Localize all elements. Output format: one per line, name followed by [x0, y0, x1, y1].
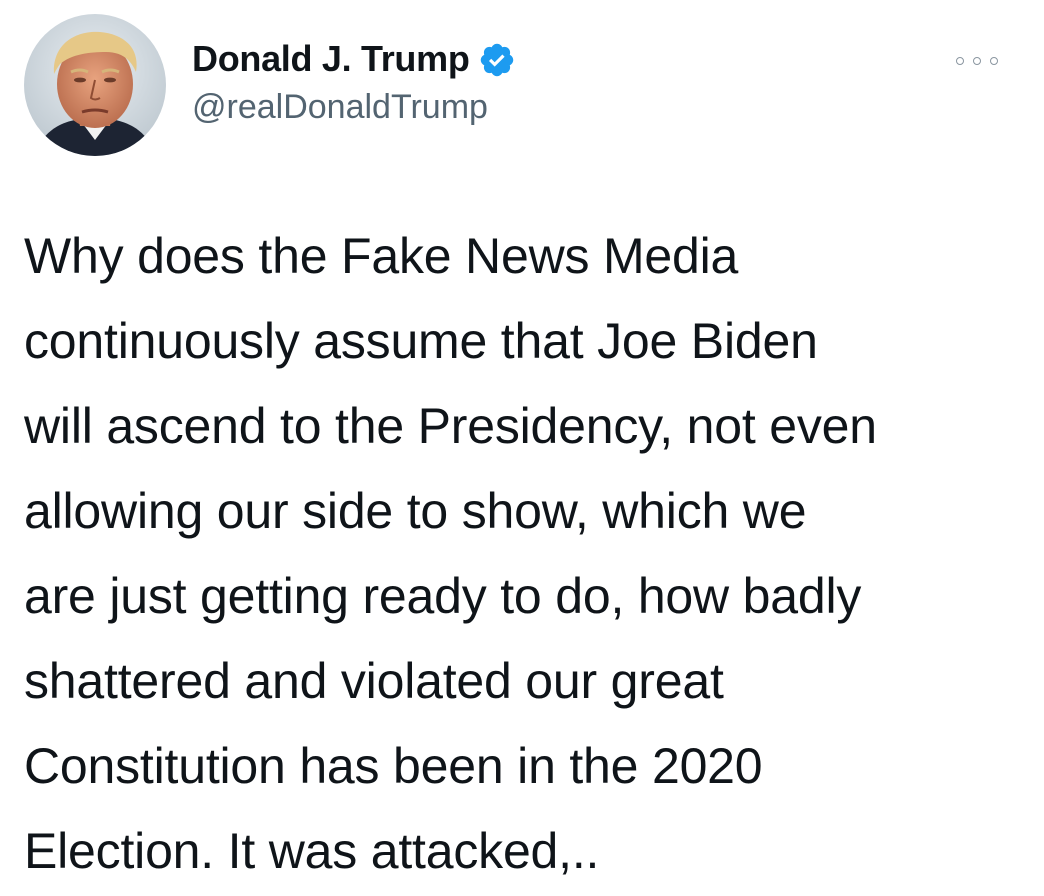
verified-badge-icon [478, 41, 516, 79]
author-avatar[interactable] [24, 14, 166, 156]
tweet-text-line: will ascend to the Presidency, not even [24, 398, 877, 454]
more-dot [990, 57, 998, 65]
more-options-icon[interactable] [956, 52, 998, 70]
tweet-text-line: are just getting ready to do, how badly [24, 568, 862, 624]
author-handle[interactable]: @realDonaldTrump [192, 88, 516, 127]
tweet-text: Why does the Fake News Media continuousl… [24, 214, 1024, 894]
tweet-text-line: continuously assume that Joe Biden [24, 313, 818, 369]
tweet-card: Donald J. Trump @realDonaldTrump Why doe… [0, 0, 1044, 896]
tweet-text-line: Constitution has been in the 2020 [24, 738, 763, 794]
author-info: Donald J. Trump @realDonaldTrump [192, 34, 516, 127]
profile-photo-icon [24, 14, 166, 156]
tweet-text-line: shattered and violated our great [24, 653, 724, 709]
more-dot [956, 57, 964, 65]
more-dot [973, 57, 981, 65]
tweet-text-line: Why does the Fake News Media [24, 228, 739, 284]
author-name-row: Donald J. Trump [192, 34, 516, 84]
tweet-text-line: allowing our side to show, which we [24, 483, 807, 539]
tweet-text-line: Election. It was attacked,.. [24, 823, 600, 879]
author-display-name[interactable]: Donald J. Trump [192, 38, 470, 80]
